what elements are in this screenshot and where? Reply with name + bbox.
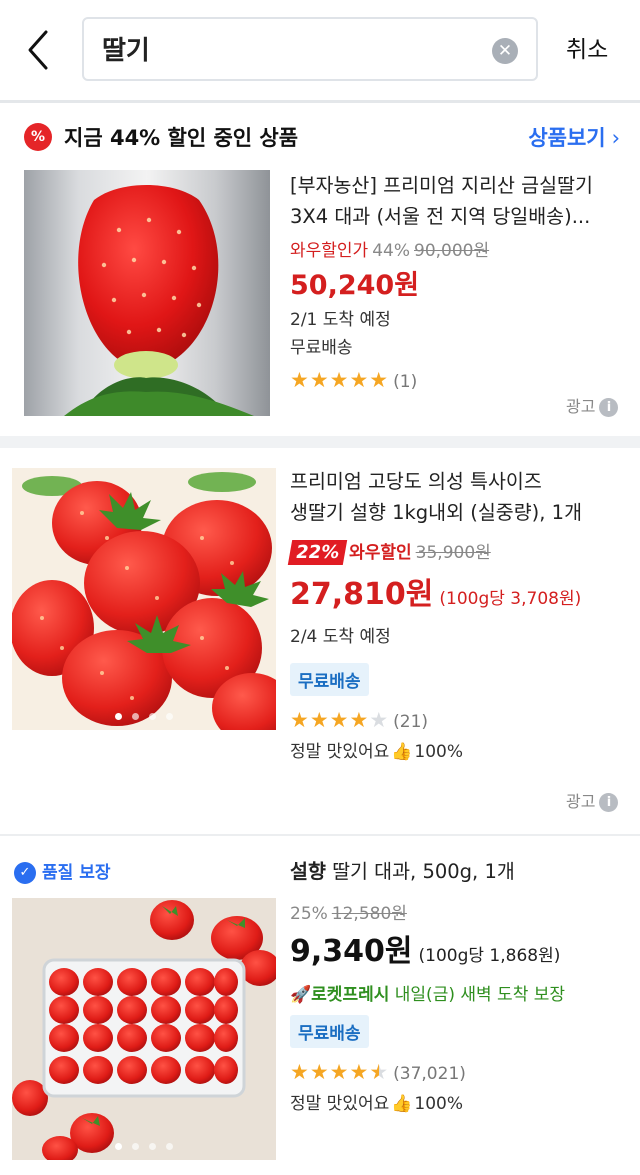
wow-label: 와우할인가 [290,241,369,261]
title-line: 프리미엄 고당도 의성 특사이즈 [290,470,542,493]
product-image-1[interactable] [24,170,270,416]
search-header: ✕ 취소 [0,0,640,100]
price-row: 9,340원 (100g당 1,868원) [290,926,635,970]
unit-price: (100g당 1,868원) [418,946,561,966]
rating-row: ★★★★★ (1) [290,368,630,392]
star-rating: ★★★★★ [290,1060,389,1084]
clear-search-button[interactable]: ✕ [492,38,518,64]
title-line: [부자농산] 프리미엄 지리산 금실딸기 [290,174,593,197]
chevron-right-icon: › [611,126,620,150]
star-half-icon: ★ [369,1060,390,1084]
product-info-1: [부자농산] 프리미엄 지리산 금실딸기 3X4 대과 (서울 전 지역 당일배… [290,170,630,392]
product-title-1[interactable]: [부자농산] 프리미엄 지리산 금실딸기 3X4 대과 (서울 전 지역 당일배… [290,170,630,232]
discount-percent: 25% [290,904,328,924]
original-price: 12,580원 [331,904,407,924]
star-rating: ★★★★★ [290,368,389,392]
view-products-link[interactable]: 상품보기 › [528,122,620,152]
ad-label[interactable]: 광고 i [566,393,619,417]
rating-row: ★★★★★ (37,021) [290,1060,635,1084]
cancel-button[interactable]: 취소 [566,30,608,64]
feedback-percent: 100% [414,1094,464,1114]
wow-label: 와우할인 [349,543,412,563]
rocket-delivery-line: 🚀로켓프레시 내일(금) 새벽 도착 보장 [290,980,635,1005]
star-icon: ★★★★ [290,1060,370,1084]
sale-price: 27,810원 [290,577,434,612]
free-shipping-tag: 무료배송 [290,663,369,696]
price-row: 27,810원 (100g당 3,708원) [290,569,630,613]
wow-price-line: 22% 와우할인 35,900원 [287,538,630,565]
product-title-3[interactable]: 설향 딸기 대과, 500g, 1개 [290,856,635,887]
product-info-2: 프리미엄 고당도 의성 특사이즈 생딸기 설향 1kg내외 (실중량), 1개 … [287,466,630,766]
title-line: 생딸기 설향 1kg내외 (실중량), 1개 [290,501,583,524]
carousel-dots [12,713,276,720]
discount-badge-icon: % [24,123,52,151]
ad-text: 광고 [566,792,596,811]
strawberry-image [64,185,254,416]
info-icon: i [599,398,619,417]
rating-row: ★★★★★ (21) [290,708,630,732]
section-separator [0,436,640,448]
title-rest: 딸기 대과, 500g, 1개 [325,860,515,883]
view-products-label: 상품보기 [528,126,606,150]
product-title-2[interactable]: 프리미엄 고당도 의성 특사이즈 생딸기 설향 1kg내외 (실중량), 1개 [290,466,630,528]
sale-price: 9,340원 [290,934,413,969]
arrival-date: 2/1 도착 예정 [290,310,391,330]
thumbs-up-icon: 👍 [391,1094,413,1114]
search-input[interactable] [102,33,482,63]
product-info-3: 설향 딸기 대과, 500g, 1개 25% 12,580원 9,340원 (100… [290,856,635,1118]
ad-text: 광고 [566,397,596,416]
discount-percent: 44% [372,241,410,261]
free-shipping-tag: 무료배송 [290,1015,369,1048]
carousel-dots [12,1143,276,1150]
promo-header: % 지금 44% 할인 중인 상품 상품보기 › [0,106,640,166]
title-line: 3X4 대과 (서울 전 지역 당일배송)... [290,205,591,228]
rocket-icon: 🚀 [290,985,312,1005]
search-box[interactable]: ✕ [82,17,538,81]
discount-badge: 22% [287,540,348,565]
strawberry-box-image [12,898,276,1160]
thumbs-up-icon: 👍 [391,742,413,762]
shipping-text: 무료배송 [290,338,353,358]
star-icon: ★★★★ [290,708,370,732]
sale-price: 50,240원 [290,270,420,301]
review-count: (21) [393,712,429,732]
product-image-2[interactable] [12,468,276,730]
feedback-percent: 100% [414,742,464,762]
strawberries-image [12,468,276,730]
title-bold: 설향 [290,860,326,883]
info-icon: i [599,793,619,812]
header-divider [0,100,640,103]
delivery-text: 내일(금) 새벽 도착 보장 [394,985,566,1005]
feedback-text: 정말 맛있어요 [290,742,390,762]
product-image-3[interactable] [12,898,276,1160]
feedback-row: 정말 맛있어요 👍 100% [290,738,630,766]
promo-title: 지금 44% 할인 중인 상품 [64,126,299,150]
chevron-left-icon [28,30,48,70]
original-price: 90,000원 [414,241,490,261]
section-separator [0,834,640,836]
unit-price: (100g당 3,708원) [439,589,582,609]
arrival-date: 2/4 도착 예정 [290,627,391,647]
original-price: 35,900원 [415,543,491,563]
review-count: (1) [393,372,418,392]
review-count: (37,021) [393,1064,466,1084]
star-rating: ★★★★★ [290,708,389,732]
star-icon: ★★★★★ [290,368,390,392]
discount-line: 25% 12,580원 [290,899,635,924]
quality-guarantee-badge: ✓ 품질 보장 [14,858,110,884]
rocket-label: 로켓프레시 [311,985,390,1005]
wow-price-line: 와우할인가 44% 90,000원 [290,236,630,261]
back-button[interactable] [22,28,58,72]
feedback-text: 정말 맛있어요 [290,1094,390,1114]
quality-label: 품질 보장 [42,863,111,883]
check-badge-icon: ✓ [14,862,36,884]
ad-label[interactable]: 광고 i [566,788,619,812]
close-icon: ✕ [497,41,513,61]
star-empty-icon: ★ [369,708,390,732]
feedback-row: 정말 맛있어요 👍 100% [290,1090,635,1118]
